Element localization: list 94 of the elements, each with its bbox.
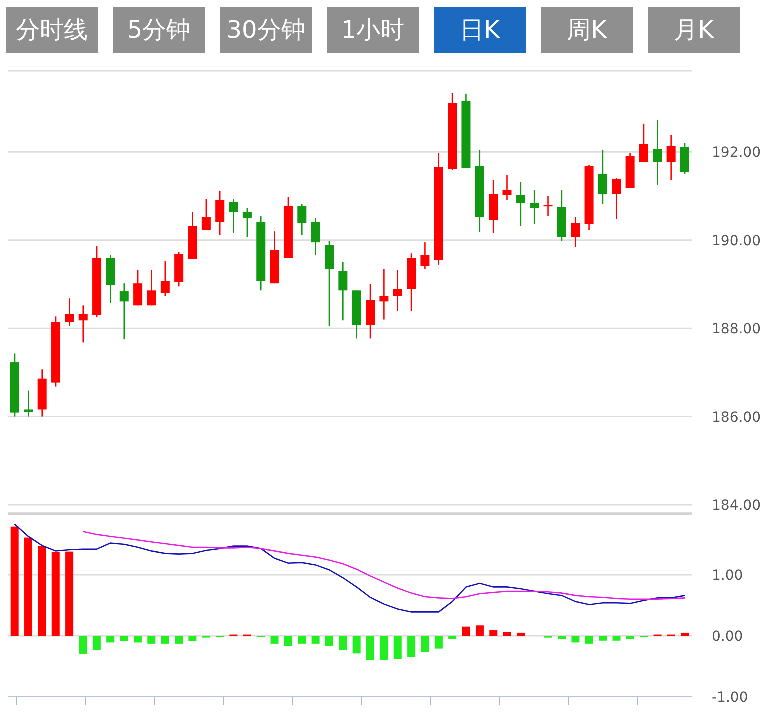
histogram-bar: [79, 636, 88, 654]
candlestick: [92, 246, 102, 318]
histogram-bar: [503, 632, 512, 636]
histogram-bar: [188, 636, 197, 642]
candlestick: [174, 252, 184, 287]
candlestick: [147, 270, 156, 306]
candlestick: [393, 270, 402, 312]
candlestick: [366, 284, 375, 339]
candlestick: [420, 242, 430, 270]
axis-label: 192.00: [712, 145, 761, 162]
candlestick: [52, 316, 61, 387]
candlestick: [202, 199, 211, 230]
histogram-bar: [681, 632, 690, 636]
histogram-bar: [120, 636, 128, 642]
histogram-bar: [462, 626, 470, 636]
axis-label: 186.00: [712, 410, 761, 426]
candlestick: [160, 262, 170, 296]
candlestick: [653, 120, 662, 186]
period-tab[interactable]: 30分钟: [220, 7, 312, 53]
histogram-bar: [298, 636, 306, 644]
candlestick: [489, 180, 498, 234]
histogram-bar: [490, 630, 498, 636]
histogram-bar: [366, 636, 375, 660]
candlestick: [284, 197, 293, 258]
axis-label: 0.00: [712, 629, 744, 645]
candlestick: [380, 269, 389, 320]
histogram-bar: [270, 636, 279, 644]
candlestick: [544, 196, 553, 216]
period-tab[interactable]: 1小时: [327, 7, 419, 53]
period-tab[interactable]: 周K: [541, 7, 633, 53]
candlestick: [298, 204, 307, 236]
candlestick: [10, 354, 20, 417]
candlestick: [216, 191, 225, 236]
candlestick: [516, 182, 526, 226]
histogram-bar: [434, 636, 443, 649]
histogram-bar: [134, 636, 142, 643]
candlestick: [38, 370, 47, 417]
histogram-bar: [352, 636, 361, 654]
candlestick: [502, 175, 512, 200]
candlestick: [229, 199, 238, 234]
candlestick: [626, 153, 635, 188]
candlestick: [557, 190, 566, 242]
candlestick: [24, 390, 34, 417]
axis-label: 184.00: [712, 498, 761, 511]
candlestick: [598, 150, 608, 204]
candlestick: [311, 218, 320, 256]
candlestick: [106, 255, 116, 304]
candlestick: [134, 270, 143, 306]
candlestick: [612, 178, 622, 220]
histogram-bar: [408, 636, 416, 658]
histogram-bar: [380, 636, 388, 660]
histogram-bar: [612, 636, 621, 641]
axis-label: 188.00: [712, 322, 761, 338]
candlestick: [188, 212, 198, 260]
histogram-bar: [421, 636, 430, 652]
histogram-bar: [448, 636, 457, 640]
candlestick: [680, 143, 690, 174]
histogram-bar: [517, 632, 525, 636]
candlestick: [352, 290, 362, 339]
histogram-bar: [572, 636, 580, 643]
histogram-bar: [626, 636, 634, 640]
histogram-bar: [148, 636, 156, 644]
histogram-bar: [92, 636, 101, 650]
period-tab[interactable]: 5分钟: [113, 7, 205, 53]
period-tab[interactable]: 分时线: [6, 7, 98, 53]
histogram-bar: [312, 636, 320, 644]
candlestick: [242, 208, 252, 238]
candlestick: [338, 262, 348, 321]
period-tab[interactable]: 月K: [648, 7, 740, 53]
candlestick: [584, 165, 594, 230]
histogram-bar: [585, 636, 594, 644]
candlestick: [530, 190, 540, 224]
period-tab[interactable]: 日K: [434, 7, 526, 53]
candlestick: [571, 217, 580, 248]
candlestick: [65, 298, 74, 326]
histogram-bar: [339, 636, 348, 650]
axis-label: 190.00: [712, 233, 761, 250]
histogram-bar: [558, 636, 566, 640]
histogram-bar: [161, 636, 170, 644]
candlestick: [78, 306, 88, 343]
axis-label: -1.00: [712, 690, 748, 705]
histogram-bar: [106, 636, 115, 643]
candlestick: [270, 232, 280, 284]
histogram-bar: [284, 636, 292, 646]
candlestick: [639, 124, 648, 162]
histogram-bar: [175, 636, 183, 644]
histogram-bar: [476, 626, 484, 636]
histogram-bar: [599, 636, 608, 641]
histogram-bar: [325, 636, 334, 646]
candlestick: [407, 254, 416, 312]
axis-label: 1.00: [712, 568, 744, 584]
histogram-bar: [394, 636, 402, 660]
candlestick: [666, 134, 676, 180]
candlestick: [120, 284, 129, 340]
